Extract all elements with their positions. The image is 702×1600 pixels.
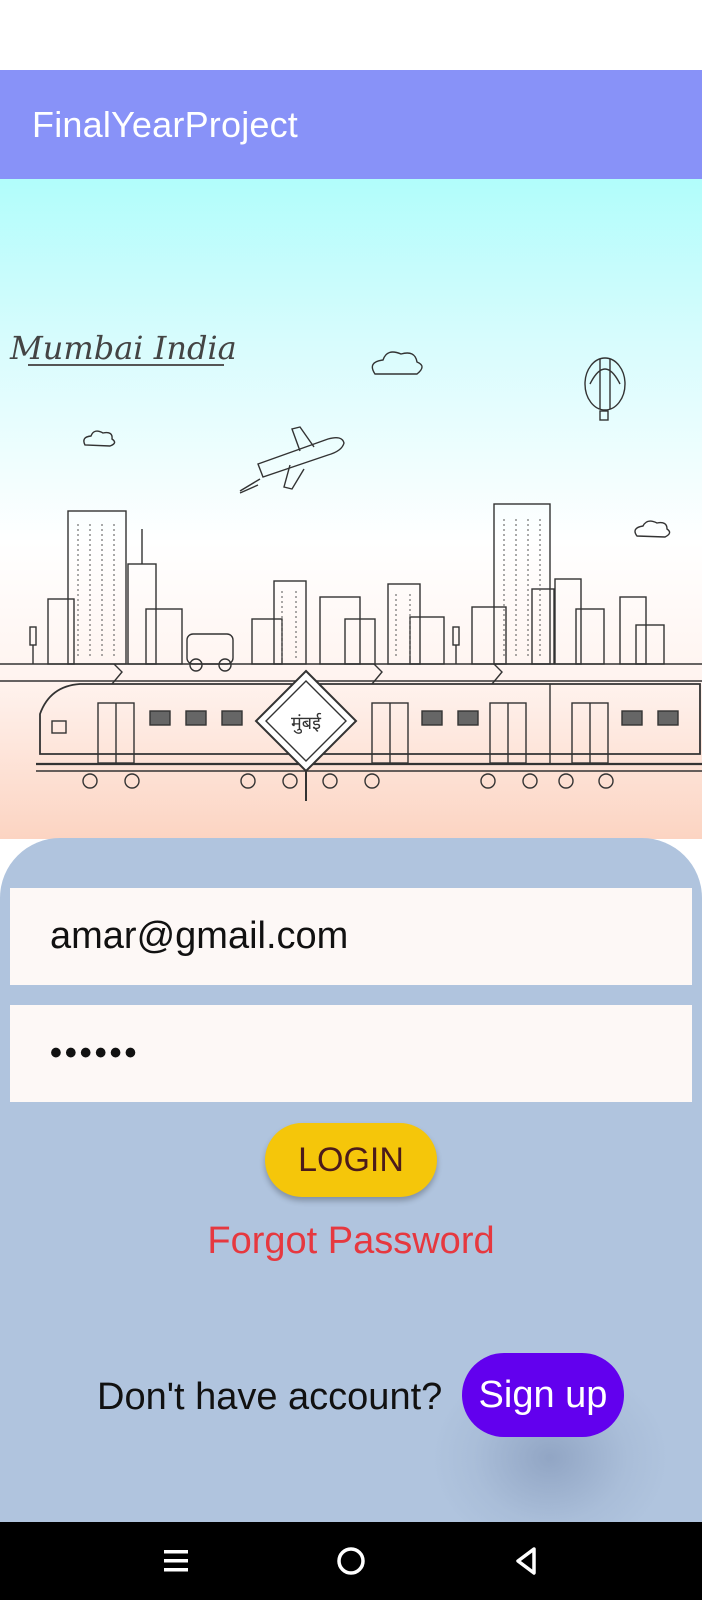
menu-icon[interactable] (156, 1541, 196, 1581)
script-title: Mumbai India (9, 329, 237, 367)
hero-illustration: Mumbai India मुंबई (0, 179, 702, 839)
home-circle-icon[interactable] (331, 1541, 371, 1581)
station-sign-text: मुंबई (291, 712, 322, 734)
signup-button[interactable]: Sign up (462, 1353, 624, 1437)
status-bar (0, 0, 702, 70)
mumbai-skyline-illustration: Mumbai India मुंबई (0, 329, 702, 801)
app-bar: FinalYearProject (0, 70, 702, 179)
forgot-password-link[interactable]: Forgot Password (0, 1220, 702, 1263)
back-triangle-icon[interactable] (506, 1541, 546, 1581)
app-title: FinalYearProject (32, 104, 299, 145)
no-account-label: Don't have account? (97, 1376, 443, 1418)
password-field[interactable]: •••••• (10, 1005, 692, 1102)
login-card: amar@gmail.com •••••• LOGIN Forgot Passw… (0, 838, 702, 1522)
email-field[interactable]: amar@gmail.com (10, 888, 692, 985)
system-nav-bar (0, 1522, 702, 1600)
login-button[interactable]: LOGIN (265, 1123, 437, 1197)
